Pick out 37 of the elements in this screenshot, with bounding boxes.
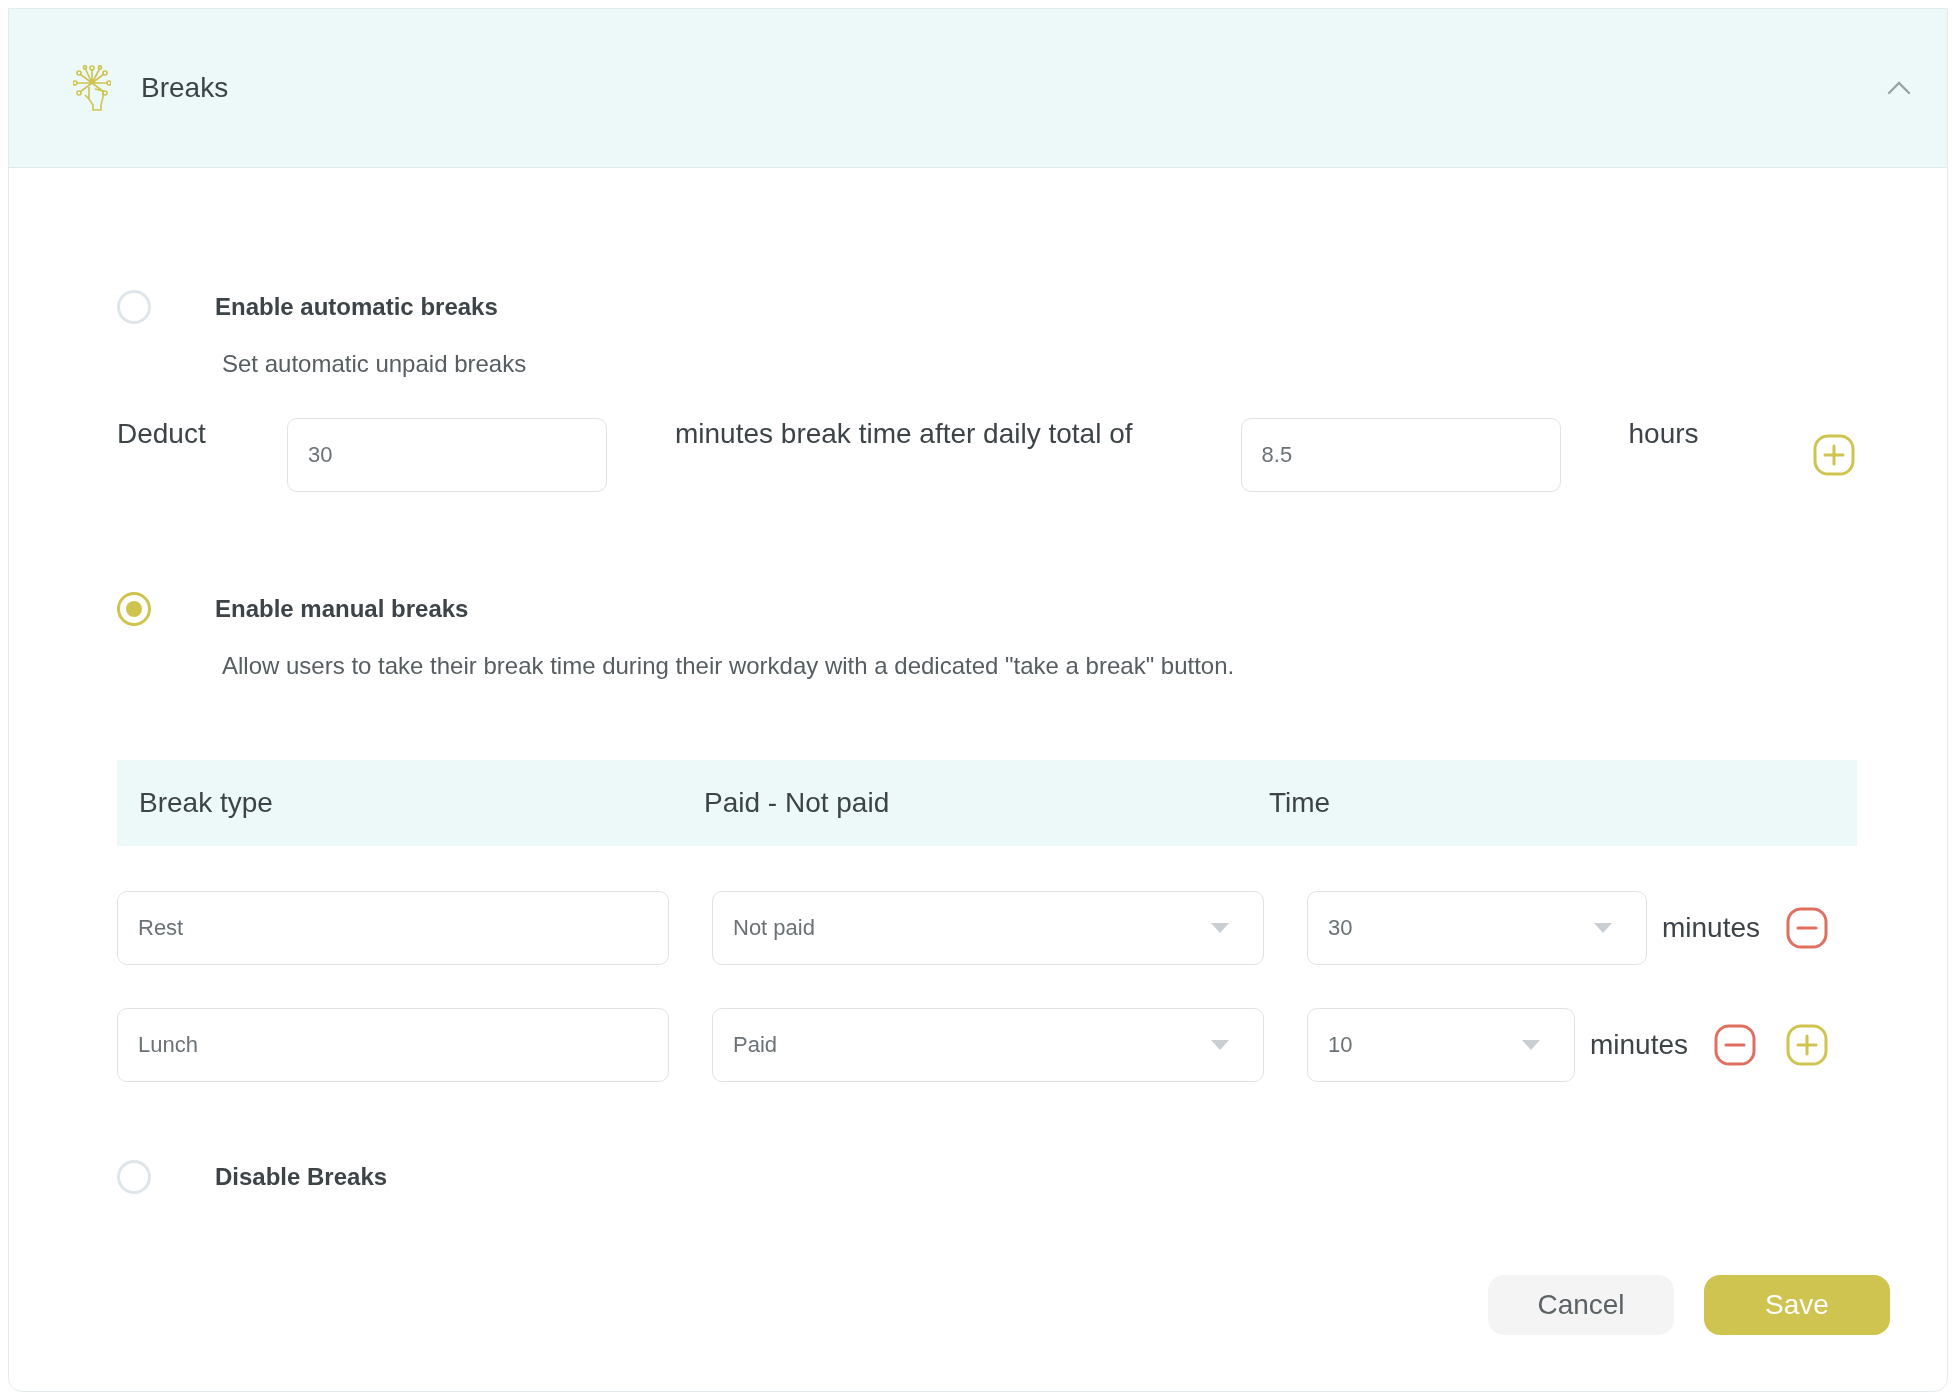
unit-label: minutes	[1662, 912, 1762, 944]
number-field[interactable]: 8.5	[1240, 418, 1561, 492]
add-button[interactable]	[1786, 1024, 1828, 1066]
option-label: Enable manual breaks	[215, 595, 469, 623]
caret-icon	[1522, 1040, 1540, 1050]
column-header: Paid - Not paid	[704, 787, 891, 819]
unit-label: minutes	[1590, 1029, 1690, 1061]
chevron-up-icon[interactable]	[1887, 81, 1911, 95]
caret-icon	[1594, 923, 1612, 933]
section-header[interactable]: Breaks	[9, 9, 1947, 168]
caret-icon	[1211, 1040, 1229, 1050]
pay-dropdown[interactable]: Not paid	[712, 891, 1264, 965]
column-header: Time	[1269, 787, 1332, 819]
break-name-field[interactable]: Rest	[117, 891, 669, 965]
option-label: Disable Breaks	[215, 1163, 388, 1191]
time-dropdown[interactable]: 30	[1307, 891, 1647, 965]
radio-button[interactable]	[117, 592, 151, 626]
option-description: Set automatic unpaid breaks	[222, 350, 527, 378]
rule-text: hours	[1628, 418, 1699, 450]
add-button[interactable]	[1813, 434, 1855, 476]
rule-text: Deduct	[117, 418, 207, 450]
rule-text: minutes break time after daily total of	[675, 418, 1133, 450]
remove-button[interactable]	[1714, 1024, 1756, 1066]
option-label: Enable automatic breaks	[215, 293, 498, 321]
column-header: Break type	[139, 787, 274, 819]
radio-button[interactable]	[117, 290, 151, 324]
pay-dropdown[interactable]: Paid	[712, 1008, 1264, 1082]
network-hand-icon	[73, 65, 111, 111]
cancel-button[interactable]: Cancel	[1488, 1275, 1674, 1335]
section-title: Breaks	[141, 72, 230, 104]
option-description: Allow users to take their break time during their workday with a dedicated "take a break" button.	[222, 652, 1235, 680]
number-field[interactable]: 30	[287, 418, 607, 492]
caret-icon	[1211, 923, 1229, 933]
break-name-field[interactable]: Lunch	[117, 1008, 669, 1082]
radio-button[interactable]	[117, 1160, 151, 1194]
time-dropdown[interactable]: 10	[1307, 1008, 1575, 1082]
remove-button[interactable]	[1786, 907, 1828, 949]
